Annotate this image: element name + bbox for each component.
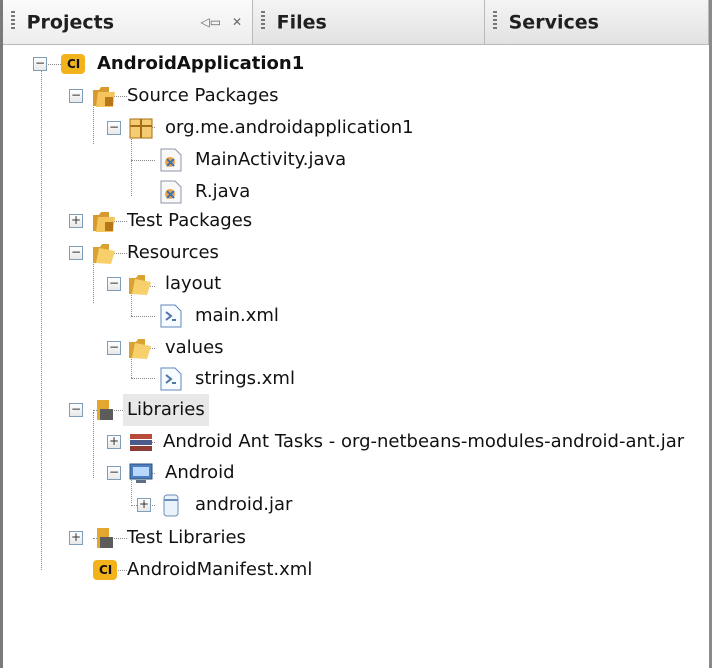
restore-window-icon[interactable]: ◁▭ (201, 15, 222, 29)
tree-node-label: values (165, 337, 224, 358)
android-project-icon: CI (61, 54, 85, 74)
drag-grip-icon[interactable] (493, 11, 497, 31)
jar-icon (163, 494, 179, 517)
android-manifest-icon: CI (93, 560, 117, 580)
drag-grip-icon[interactable] (261, 11, 265, 31)
tree-node-label: Source Packages (127, 85, 279, 106)
package-icon (129, 118, 153, 139)
tree-node-label: Android (165, 462, 235, 483)
tab-files[interactable]: Files (253, 0, 485, 44)
tab-projects[interactable]: Projects ◁▭ ✕ (3, 0, 253, 44)
tree-node-label: AndroidApplication1 (97, 53, 305, 74)
collapse-icon[interactable]: − (69, 89, 83, 103)
java-file-icon (160, 148, 182, 172)
libraries-icon (97, 528, 113, 548)
tab-services[interactable]: Services (485, 0, 709, 44)
expand-icon[interactable]: + (69, 531, 83, 545)
tab-files-label: Files (276, 11, 327, 34)
tree-node-label: Test Packages (127, 210, 253, 231)
tree-node-label: MainActivity.java (195, 149, 347, 170)
collapse-icon[interactable]: − (69, 246, 83, 260)
window-tab-bar: Projects ◁▭ ✕ Files Services (3, 0, 709, 45)
tree-node-label: Android Ant Tasks - org-netbeans-modules… (163, 431, 685, 452)
tree-node-label: Resources (127, 242, 219, 263)
tab-projects-controls: ◁▭ ✕ (194, 0, 242, 44)
tree-node-label: strings.xml (195, 368, 295, 389)
tree-node-label: android.jar (195, 494, 293, 515)
xml-file-icon (160, 367, 182, 391)
xml-file-icon (160, 304, 182, 328)
tree-node-label: R.java (195, 181, 251, 202)
expand-icon[interactable]: + (137, 498, 151, 512)
tree-node-label: org.me.androidapplication1 (165, 117, 414, 138)
collapse-icon[interactable]: − (107, 341, 121, 355)
expand-icon[interactable]: + (69, 214, 83, 228)
svg-text:CI: CI (99, 563, 112, 577)
project-tree[interactable]: − CI AndroidApplication1 − Source Packag… (3, 48, 709, 668)
collapse-icon[interactable]: − (33, 57, 47, 71)
collapse-icon[interactable]: − (107, 277, 121, 291)
collapse-icon[interactable]: − (107, 466, 121, 480)
folder-icon (129, 339, 151, 359)
tree-node-label: Test Libraries (127, 527, 246, 548)
resources-folder-icon (93, 244, 115, 264)
library-jar-icon (130, 434, 152, 451)
tree-node-label: Libraries (123, 394, 209, 426)
test-packages-folder-icon (93, 212, 115, 232)
tab-projects-label: Projects (26, 11, 115, 34)
projects-window: Projects ◁▭ ✕ Files Services − CI Androi… (0, 0, 712, 668)
drag-grip-icon[interactable] (11, 11, 15, 31)
expand-icon[interactable]: + (107, 435, 121, 449)
source-packages-folder-icon (93, 87, 115, 107)
java-file-icon (160, 180, 182, 204)
tree-node-label: main.xml (195, 305, 279, 326)
libraries-icon (97, 400, 113, 420)
svg-text:CI: CI (67, 57, 80, 71)
tree-node-label: layout (165, 273, 222, 294)
collapse-icon[interactable]: − (69, 403, 83, 417)
tree-node-label: AndroidManifest.xml (127, 559, 313, 580)
collapse-icon[interactable]: − (107, 121, 121, 135)
close-icon[interactable]: ✕ (232, 15, 242, 29)
tab-services-label: Services (508, 11, 599, 34)
folder-icon (129, 275, 151, 295)
android-platform-icon (129, 463, 153, 483)
